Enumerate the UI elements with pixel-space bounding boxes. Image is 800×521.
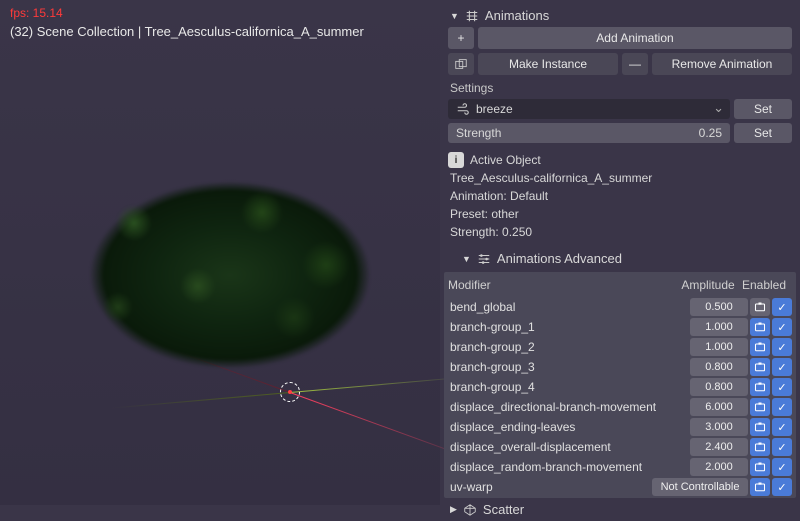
add-animation-button[interactable]: Add Animation [478, 27, 792, 49]
col-modifier: Modifier [448, 278, 676, 292]
remove-animation-minus-button[interactable]: — [622, 53, 648, 75]
strength-label: Strength [456, 126, 501, 140]
modifier-name: branch-group_2 [448, 340, 688, 354]
enabled-checkbox[interactable]: ✓ [772, 478, 792, 496]
enabled-checkbox[interactable]: ✓ [772, 398, 792, 416]
preset-set-button[interactable]: Set [734, 99, 792, 119]
modifier-row: branch-group_40.800 ✓ [444, 378, 796, 398]
viewport-3d[interactable]: fps: 15.14 (32) Scene Collection | Tree_… [0, 0, 440, 505]
enabled-checkbox[interactable]: ✓ [772, 298, 792, 316]
amplitude-field[interactable]: 0.800 [690, 378, 748, 396]
modifier-row: displace_ending-leaves3.000 ✓ [444, 418, 796, 438]
visibility-toggle[interactable] [750, 458, 770, 476]
instance-icon-button[interactable] [448, 53, 474, 75]
disclosure-down-icon: ▼ [450, 11, 459, 21]
active-object-animation: Animation: Default [450, 187, 790, 205]
visibility-toggle[interactable] [750, 378, 770, 396]
active-object-name: Tree_Aesculus-californica_A_summer [450, 169, 790, 187]
enabled-checkbox[interactable]: ✓ [772, 338, 792, 356]
amplitude-field[interactable]: 1.000 [690, 318, 748, 336]
modifier-name: branch-group_3 [448, 360, 688, 374]
strength-value: 0.25 [699, 126, 722, 140]
strength-field[interactable]: Strength 0.25 [448, 123, 730, 143]
scatter-section-header[interactable]: ▶ Scatter [444, 498, 796, 521]
visibility-toggle[interactable] [750, 418, 770, 436]
amplitude-field[interactable]: 1.000 [690, 338, 748, 356]
visibility-toggle[interactable] [750, 398, 770, 416]
scatter-title: Scatter [483, 502, 524, 517]
modifier-name: displace_ending-leaves [448, 420, 688, 434]
modifier-name: branch-group_4 [448, 380, 688, 394]
animations-advanced-header[interactable]: ▼ Animations Advanced [444, 247, 796, 270]
settings-label: Settings [448, 79, 792, 99]
enabled-checkbox[interactable]: ✓ [772, 438, 792, 456]
cursor-3d-icon [280, 382, 300, 402]
active-object-preset: Preset: other [450, 205, 790, 223]
disclosure-down-icon: ▼ [462, 254, 471, 264]
visibility-toggle[interactable] [750, 478, 770, 496]
visibility-toggle[interactable] [750, 358, 770, 376]
wind-icon [456, 102, 470, 116]
amplitude-field[interactable]: 0.500 [690, 298, 748, 316]
preset-value: breeze [476, 102, 513, 116]
amplitude-field[interactable]: 3.000 [690, 418, 748, 436]
modifier-row: branch-group_30.800 ✓ [444, 358, 796, 378]
tree-mesh[interactable] [50, 150, 410, 400]
modifier-name: displace_directional-branch-movement [448, 400, 688, 414]
col-enabled: Enabled [740, 278, 788, 292]
disclosure-right-icon: ▶ [450, 504, 457, 515]
info-icon: i [448, 152, 464, 168]
amplitude-field[interactable]: 2.400 [690, 438, 748, 456]
modifier-row: uv-warpNot Controllable ✓ [444, 478, 796, 498]
active-object-strength: Strength: 0.250 [450, 223, 790, 241]
modifier-name: displace_overall-displacement [448, 440, 688, 454]
sliders-icon [477, 252, 491, 266]
animations-title: Animations [485, 8, 549, 23]
modifier-row: displace_random-branch-movement2.000 ✓ [444, 458, 796, 478]
animations-icon [465, 9, 479, 23]
scene-collection-label: (32) Scene Collection | Tree_Aesculus-ca… [10, 24, 364, 39]
modifier-row: displace_overall-displacement2.400 ✓ [444, 438, 796, 458]
enabled-checkbox[interactable]: ✓ [772, 418, 792, 436]
strength-set-button[interactable]: Set [734, 123, 792, 143]
amplitude-not-controllable: Not Controllable [652, 478, 748, 496]
enabled-checkbox[interactable]: ✓ [772, 458, 792, 476]
amplitude-field[interactable]: 0.800 [690, 358, 748, 376]
advanced-table: Modifier Amplitude Enabled bend_global0.… [444, 272, 796, 498]
make-instance-button[interactable]: Make Instance [478, 53, 618, 75]
animations-section-header[interactable]: ▼ Animations [444, 4, 796, 27]
enabled-checkbox[interactable]: ✓ [772, 318, 792, 336]
visibility-toggle[interactable] [750, 318, 770, 336]
visibility-toggle[interactable] [750, 298, 770, 316]
modifier-name: branch-group_1 [448, 320, 688, 334]
modifier-name: displace_random-branch-movement [448, 460, 688, 474]
add-animation-plus-button[interactable]: + [448, 27, 474, 49]
modifier-name: uv-warp [448, 480, 650, 494]
modifier-row: displace_directional-branch-movement6.00… [444, 398, 796, 418]
modifier-row: bend_global0.500 ✓ [444, 298, 796, 318]
fps-counter: fps: 15.14 [10, 6, 63, 20]
modifier-name: bend_global [448, 300, 688, 314]
col-amplitude: Amplitude [676, 278, 740, 292]
visibility-toggle[interactable] [750, 438, 770, 456]
enabled-checkbox[interactable]: ✓ [772, 378, 792, 396]
modifier-row: branch-group_21.000 ✓ [444, 338, 796, 358]
visibility-toggle[interactable] [750, 338, 770, 356]
modifier-row: branch-group_11.000 ✓ [444, 318, 796, 338]
properties-panel: ▼ Animations + Add Animation Make Instan… [440, 0, 800, 505]
instance-icon [454, 57, 468, 71]
amplitude-field[interactable]: 6.000 [690, 398, 748, 416]
active-object-heading: i Active Object [448, 151, 790, 169]
amplitude-field[interactable]: 2.000 [690, 458, 748, 476]
remove-animation-button[interactable]: Remove Animation [652, 53, 792, 75]
animations-advanced-title: Animations Advanced [497, 251, 622, 266]
preset-dropdown[interactable]: breeze [448, 99, 730, 119]
enabled-checkbox[interactable]: ✓ [772, 358, 792, 376]
